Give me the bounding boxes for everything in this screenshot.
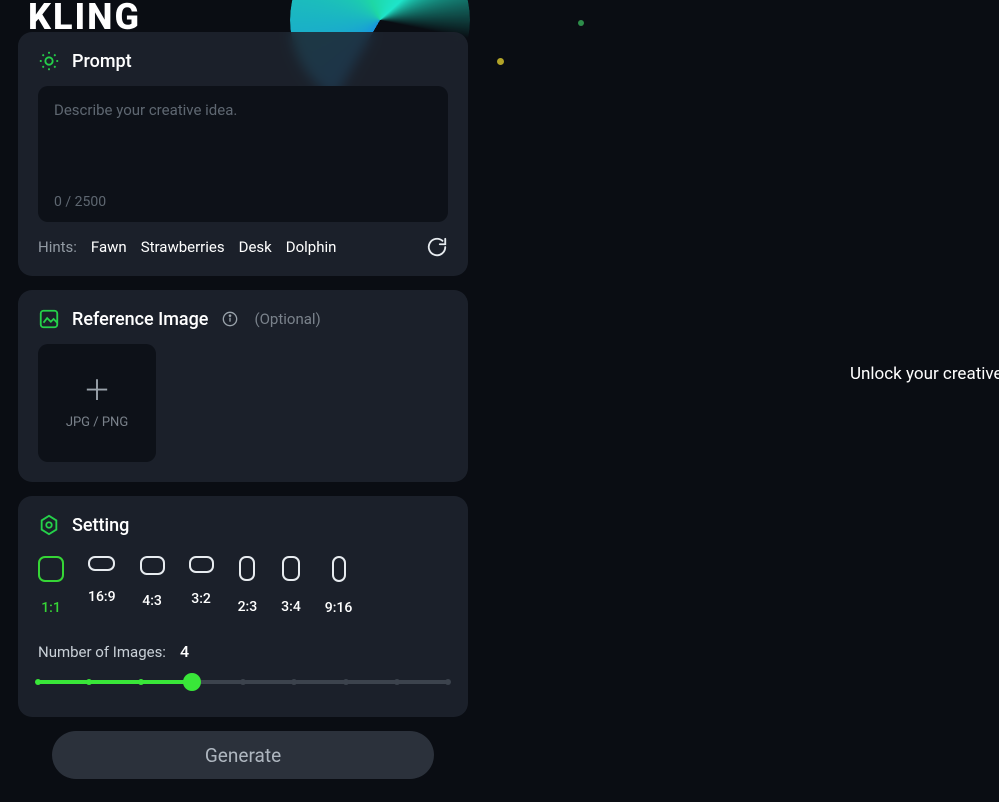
reference-panel: Reference Image (Optional) ＋ JPG / PNG	[18, 290, 468, 482]
refresh-hints-button[interactable]	[426, 236, 448, 258]
decorative-dot	[497, 58, 504, 65]
setting-header: Setting	[38, 514, 448, 536]
optional-label: (Optional)	[254, 310, 320, 328]
hexagon-icon	[38, 514, 60, 536]
slider-tick	[35, 679, 41, 685]
refresh-icon	[426, 236, 448, 258]
ratio-shape-icon	[88, 556, 115, 571]
decorative-dot	[578, 20, 584, 26]
upload-image-button[interactable]: ＋ JPG / PNG	[38, 344, 156, 462]
slider-tick	[291, 679, 297, 685]
prompt-placeholder: Describe your creative idea.	[54, 101, 432, 119]
ratio-label: 1:1	[41, 600, 61, 616]
aspect-ratio-9-16[interactable]: 9:16	[325, 556, 353, 616]
ratio-shape-icon	[332, 556, 346, 582]
slider-fill	[38, 680, 192, 684]
ratio-shape-icon	[140, 556, 165, 575]
slider-tick	[394, 679, 400, 685]
hero-text: Unlock your creative pot	[850, 364, 999, 384]
prompt-title: Prompt	[72, 51, 132, 72]
slider-tick	[138, 679, 144, 685]
sidebar: Prompt Describe your creative idea. 0 / …	[18, 22, 468, 779]
ratio-shape-icon	[282, 556, 300, 581]
num-images-value: 4	[180, 642, 189, 661]
char-counter: 0 / 2500	[54, 194, 106, 210]
ratio-label: 4:3	[142, 593, 162, 609]
aspect-ratio-16-9[interactable]: 16:9	[88, 556, 116, 616]
num-images-row: Number of Images: 4	[38, 642, 448, 661]
generate-wrap: Generate	[18, 731, 468, 779]
hints-label: Hints:	[38, 238, 77, 256]
ratio-shape-icon	[38, 556, 64, 582]
hint-chip[interactable]: Desk	[239, 238, 272, 256]
ratio-label: 3:2	[191, 591, 211, 607]
hints-row: Hints: Fawn Strawberries Desk Dolphin	[38, 236, 448, 258]
aspect-ratio-4-3[interactable]: 4:3	[140, 556, 165, 616]
setting-panel: Setting 1:1 16:9 4:3 3:2 2:3 3:4 9:16 Number o…	[18, 496, 468, 717]
ratio-label: 16:9	[88, 589, 116, 605]
hint-chip[interactable]: Dolphin	[286, 238, 337, 256]
aspect-ratio-3-4[interactable]: 3:4	[281, 556, 301, 616]
slider-tick	[445, 679, 451, 685]
num-images-slider[interactable]	[38, 673, 448, 691]
hint-chip[interactable]: Strawberries	[141, 238, 225, 256]
slider-tick	[343, 679, 349, 685]
aspect-ratio-2-3[interactable]: 2:3	[238, 556, 258, 616]
prompt-panel: Prompt Describe your creative idea. 0 / …	[18, 32, 468, 276]
info-icon[interactable]	[222, 311, 238, 327]
upload-formats: JPG / PNG	[66, 415, 128, 430]
ratio-label: 3:4	[281, 599, 301, 615]
ratio-shape-icon	[189, 556, 214, 573]
reference-header: Reference Image (Optional)	[38, 308, 448, 330]
hint-chip[interactable]: Fawn	[91, 238, 127, 256]
num-images-label: Number of Images:	[38, 643, 166, 661]
aspect-ratio-1-1[interactable]: 1:1	[38, 556, 64, 616]
slider-tick	[240, 679, 246, 685]
setting-title: Setting	[72, 515, 129, 536]
ratio-label: 2:3	[238, 599, 258, 615]
aspect-ratio-3-2[interactable]: 3:2	[189, 556, 214, 616]
prompt-header: Prompt	[38, 50, 448, 72]
prompt-input[interactable]: Describe your creative idea. 0 / 2500	[38, 86, 448, 222]
generate-button[interactable]: Generate	[52, 731, 434, 779]
plus-icon: ＋	[83, 377, 111, 405]
ratio-label: 9:16	[325, 600, 353, 616]
ratio-shape-icon	[239, 556, 255, 581]
slider-thumb[interactable]	[183, 673, 201, 691]
slider-tick	[86, 679, 92, 685]
sun-icon	[38, 50, 60, 72]
image-icon	[38, 308, 60, 330]
aspect-ratio-row: 1:1 16:9 4:3 3:2 2:3 3:4 9:16	[38, 556, 448, 616]
reference-title: Reference Image	[72, 309, 208, 330]
